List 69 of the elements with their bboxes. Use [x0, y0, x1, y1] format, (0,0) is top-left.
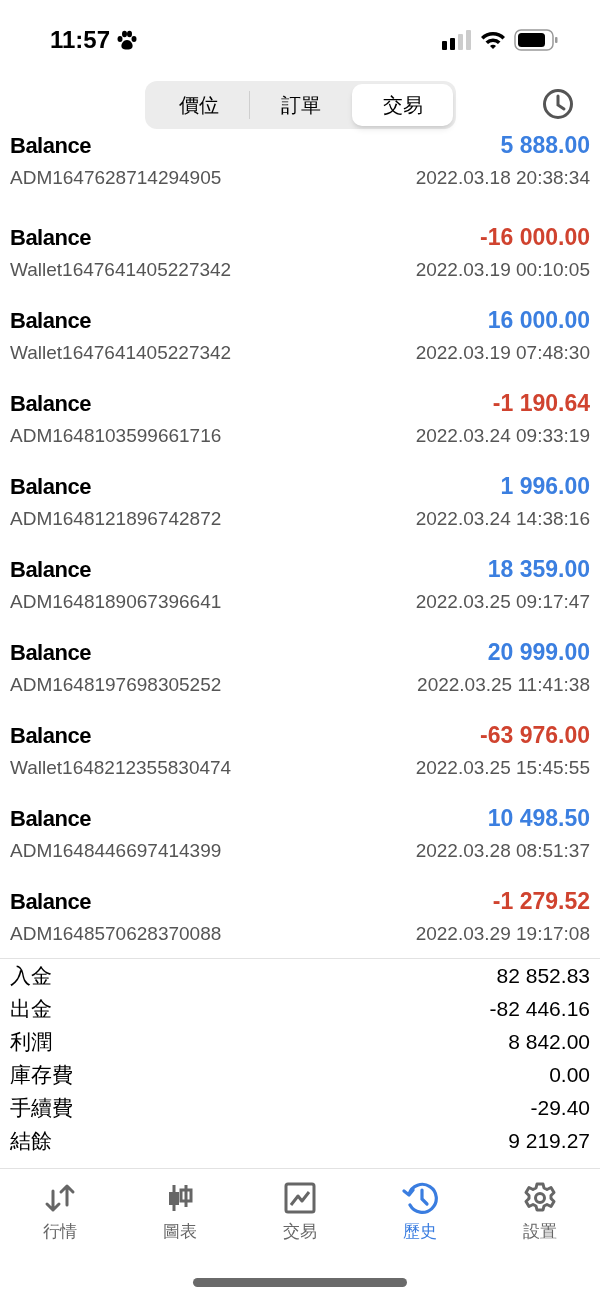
- summary-value: 9 219.27: [508, 1127, 590, 1154]
- transaction-reference: ADM1648103599661716: [10, 423, 222, 448]
- summary-label: 入金: [10, 962, 52, 989]
- history-icon: [402, 1181, 438, 1215]
- transaction-amount: -1 279.52: [492, 886, 590, 916]
- transaction-time: 2022.03.28 08:51:37: [415, 838, 590, 863]
- transaction-reference: ADM1648570628370088: [10, 921, 222, 946]
- summary-label: 利潤: [10, 1028, 52, 1055]
- summary-value: -29.40: [530, 1094, 590, 1121]
- transaction-reference: ADM1648121896742872: [10, 506, 222, 531]
- transaction-time: 2022.03.25 11:41:38: [417, 672, 590, 697]
- transaction-reference: ADM1648189067396641: [10, 589, 222, 614]
- summary-label: 庫存費: [10, 1061, 73, 1088]
- tab-bar-item[interactable]: 圖表: [120, 1169, 240, 1250]
- tab-bar-item[interactable]: 行情: [0, 1169, 120, 1250]
- transaction-reference: ADM1647628714294905: [10, 165, 222, 190]
- transaction-title: Balance: [10, 638, 91, 667]
- tab-bar-item[interactable]: 交易: [240, 1169, 360, 1250]
- tab-bar-item[interactable]: 歷史: [360, 1169, 480, 1250]
- gear-icon: [523, 1181, 557, 1215]
- transaction-title: Balance: [10, 721, 91, 750]
- summary-value: 8 842.00: [508, 1028, 590, 1055]
- segment-tab[interactable]: 交易: [352, 84, 453, 126]
- wifi-icon: [480, 30, 506, 50]
- battery-icon: [514, 29, 558, 51]
- transaction-amount: -16 000.00: [480, 222, 590, 252]
- transaction-amount: -1 190.64: [492, 388, 590, 418]
- transaction-time: 2022.03.25 15:45:55: [415, 755, 590, 780]
- transaction-amount: 1 996.00: [500, 471, 590, 501]
- transaction-amount: -63 976.00: [480, 720, 590, 750]
- transaction-title: Balance: [10, 131, 91, 160]
- transaction-time: 2022.03.19 00:10:05: [415, 257, 590, 282]
- transaction-title: Balance: [10, 804, 91, 833]
- transaction-time: 2022.03.29 19:17:08: [415, 921, 590, 946]
- summary-value: -82 446.16: [489, 995, 590, 1022]
- transaction-reference: Wallet1647641405227342: [10, 340, 232, 365]
- clock-icon[interactable]: [542, 88, 574, 120]
- signal-icon: [442, 30, 472, 50]
- transaction-reference: ADM1648197698305252: [10, 672, 222, 697]
- segment-tab[interactable]: 訂單: [250, 84, 351, 126]
- transaction-title: Balance: [10, 306, 91, 335]
- transaction-amount: 16 000.00: [487, 305, 590, 335]
- paw-icon: [116, 30, 139, 50]
- tab-bar-item[interactable]: 設置: [480, 1169, 600, 1250]
- summary-value: 82 852.83: [496, 962, 590, 989]
- transaction-time: 2022.03.19 07:48:30: [415, 340, 590, 365]
- transaction-reference: Wallet1648212355830474: [10, 755, 232, 780]
- transaction-title: Balance: [10, 389, 91, 418]
- transaction-reference: ADM1648446697414399: [10, 838, 222, 863]
- transaction-time: 2022.03.18 20:38:34: [415, 165, 590, 190]
- transaction-title: Balance: [10, 555, 91, 584]
- transaction-time: 2022.03.25 09:17:47: [415, 589, 590, 614]
- transaction-amount: 5 888.00: [500, 130, 590, 160]
- line-chart-icon: [283, 1181, 317, 1215]
- summary-label: 手續費: [10, 1094, 73, 1121]
- transaction-time: 2022.03.24 09:33:19: [415, 423, 590, 448]
- transaction-amount: 10 498.50: [487, 803, 590, 833]
- transaction-reference: Wallet1647641405227342: [10, 257, 232, 282]
- status-time: 11:57: [50, 25, 111, 55]
- transaction-title: Balance: [10, 223, 91, 252]
- transaction-time: 2022.03.24 14:38:16: [415, 506, 590, 531]
- summary-value: 0.00: [549, 1061, 590, 1088]
- summary-label: 出金: [10, 995, 52, 1022]
- summary-label: 結餘: [10, 1127, 52, 1154]
- transaction-title: Balance: [10, 472, 91, 501]
- segment-tab[interactable]: 價位: [148, 84, 249, 126]
- transaction-amount: 18 359.00: [487, 554, 590, 584]
- transaction-title: Balance: [10, 887, 91, 916]
- transaction-amount: 20 999.00: [487, 637, 590, 667]
